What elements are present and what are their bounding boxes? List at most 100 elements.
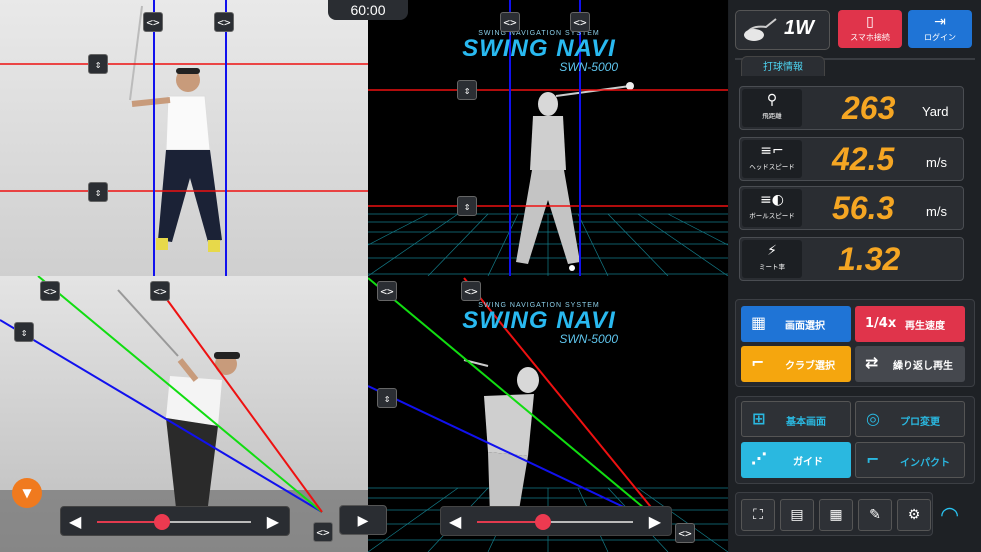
club-label: 1W: [784, 17, 814, 39]
logo-name: SWING NAVI: [462, 35, 616, 62]
guide-handle-horizontal[interactable]: <>: [150, 281, 170, 301]
pro-model-face-on: SWING NAVIGATION SYSTEM SWING NAVI SWN-5…: [368, 0, 728, 276]
impact-label: インパクト: [900, 458, 950, 469]
club-select-button[interactable]: ⌐ クラブ選択: [741, 346, 851, 382]
playback-speed-button[interactable]: 1/4x 再生速度: [855, 306, 965, 342]
stat-unit: m/s: [926, 155, 947, 170]
table-icon[interactable]: ▦: [819, 499, 853, 531]
stat-label: ミート率: [759, 263, 785, 271]
session-timer: 60:00: [328, 0, 408, 20]
ball-speed-icon: ≡◐: [760, 192, 784, 208]
guide-button[interactable]: ⋰ ガイド: [741, 442, 851, 478]
club-selector[interactable]: 1W: [735, 10, 830, 50]
stat-meet-rate: ⚡ ミート率 1.32: [739, 237, 964, 281]
guide-handle-vertical[interactable]: ⇕: [14, 322, 34, 342]
grid-icon: ⊞: [752, 409, 766, 428]
guide-handle-horizontal[interactable]: <>: [675, 523, 695, 543]
ball-distance-icon: ⚲: [766, 92, 778, 108]
stat-icon-box: ⚲ 飛距離: [742, 89, 802, 127]
step-back-icon[interactable]: ◀: [69, 512, 81, 531]
impact-button[interactable]: ⌐ インパクト: [855, 442, 965, 478]
stat-label: ボールスピード: [749, 212, 795, 220]
golf-club-icon: ⌐: [751, 353, 765, 372]
impact-icon: ⌐: [866, 450, 880, 469]
gear-icon[interactable]: ⚙: [897, 499, 931, 531]
guide-handle-horizontal[interactable]: <>: [214, 12, 234, 32]
stat-value: 56.3: [832, 190, 895, 226]
fullscreen-icon[interactable]: ⛶: [741, 499, 775, 531]
guide-handle-horizontal[interactable]: <>: [40, 281, 60, 301]
guide-handle-horizontal[interactable]: <>: [461, 281, 481, 301]
stat-label: 飛距離: [762, 112, 782, 120]
screen-select-button[interactable]: ▦ 画面選択: [741, 306, 851, 342]
basic-screen-button[interactable]: ⊞ 基本画面: [741, 401, 851, 437]
swing-navi-logo: SWING NAVIGATION SYSTEM SWING NAVI SWN-5…: [454, 30, 624, 73]
step-forward-icon[interactable]: ▶: [649, 512, 661, 531]
smartphone-icon: ▯: [866, 14, 874, 30]
login-label: ログイン: [924, 33, 956, 42]
tab-shot-info[interactable]: 打球情報: [741, 56, 825, 76]
user-icon: ◎: [866, 409, 880, 428]
logo-model: SWN-5000: [559, 60, 618, 74]
login-button[interactable]: ⇥ ログイン: [908, 10, 972, 48]
guide-handle-horizontal[interactable]: <>: [500, 12, 520, 32]
scrubber-progress: [97, 521, 162, 523]
logo-model: SWN-5000: [559, 332, 618, 346]
collapse-down-icon[interactable]: ▼: [12, 478, 42, 508]
smartphone-connect-button[interactable]: ▯ スマホ接続: [838, 10, 902, 48]
pro-change-label: プロ変更: [900, 417, 940, 428]
step-back-icon[interactable]: ◀: [449, 512, 461, 531]
club-select-label: クラブ選択: [785, 361, 835, 372]
stat-head-speed: ≡⌐ ヘッドスピード 42.5 m/s: [739, 137, 964, 181]
step-forward-icon[interactable]: ▶: [267, 512, 279, 531]
guide-handle-vertical[interactable]: ⇕: [88, 54, 108, 74]
driver-club-icon: [744, 18, 777, 41]
scrubber-knob[interactable]: [534, 514, 551, 530]
smartphone-connect-label: スマホ接続: [850, 33, 890, 42]
stat-value: 263: [842, 90, 896, 126]
guide-nodes-icon: ⋰: [751, 449, 767, 468]
scrubber-knob[interactable]: [153, 514, 170, 530]
login-icon: ⇥: [934, 14, 946, 30]
swing-navi-logo: SWING NAVIGATION SYSTEM SWING NAVI SWN-5…: [454, 302, 624, 345]
play-icon: ▶: [357, 513, 369, 529]
playback-scrubber-left[interactable]: ◀ ▶: [60, 506, 290, 536]
logo-name: SWING NAVI: [462, 307, 616, 334]
guide-handle-horizontal[interactable]: <>: [570, 12, 590, 32]
meet-rate-icon: ⚡: [767, 243, 777, 259]
screen-select-label: 画面選択: [785, 321, 825, 332]
guide-handle-vertical[interactable]: ⇕: [457, 80, 477, 100]
guide-handle-horizontal[interactable]: <>: [377, 281, 397, 301]
scrubber-progress: [477, 521, 543, 523]
pen-icon[interactable]: ✎: [858, 499, 892, 531]
video-face-on: <> <> ⇕ ⇕: [0, 0, 368, 276]
screen-select-icon: ▦: [751, 313, 767, 332]
stat-unit: Yard: [922, 104, 949, 119]
film-icon[interactable]: ▤: [780, 499, 814, 531]
speed-label: 再生速度: [905, 321, 945, 332]
play-button[interactable]: ▶: [339, 505, 387, 535]
pro-change-button[interactable]: ◎ プロ変更: [855, 401, 965, 437]
stat-carry-distance: ⚲ 飛距離 263 Yard: [739, 86, 964, 130]
stat-value: 1.32: [838, 241, 901, 277]
stat-unit: m/s: [926, 204, 947, 219]
guide-handle-vertical[interactable]: ⇕: [457, 196, 477, 216]
guide-handle-vertical[interactable]: ⇕: [88, 182, 108, 202]
guide-label: ガイド: [793, 457, 823, 468]
stat-icon-box: ≡◐ ボールスピード: [742, 189, 802, 227]
playback-scrubber-right[interactable]: ◀ ▶: [440, 506, 672, 536]
stat-icon-box: ≡⌐ ヘッドスピード: [742, 140, 802, 178]
head-speed-icon: ≡⌐: [760, 143, 784, 159]
repeat-icon: ⇄: [865, 353, 879, 372]
guide-handle-horizontal[interactable]: <>: [143, 12, 163, 32]
stat-icon-box: ⚡ ミート率: [742, 240, 802, 278]
speed-value: 1/4x: [865, 316, 897, 331]
guide-handle-vertical[interactable]: ⇕: [377, 388, 397, 408]
wifi-icon: ◠: [940, 503, 960, 528]
repeat-play-button[interactable]: ⇄ 繰り返し再生: [855, 346, 965, 382]
stat-ball-speed: ≡◐ ボールスピード 56.3 m/s: [739, 186, 964, 230]
basic-screen-label: 基本画面: [786, 417, 826, 428]
guide-handle-horizontal[interactable]: <>: [313, 522, 333, 542]
stat-value: 42.5: [832, 141, 895, 177]
stat-label: ヘッドスピード: [749, 163, 795, 171]
